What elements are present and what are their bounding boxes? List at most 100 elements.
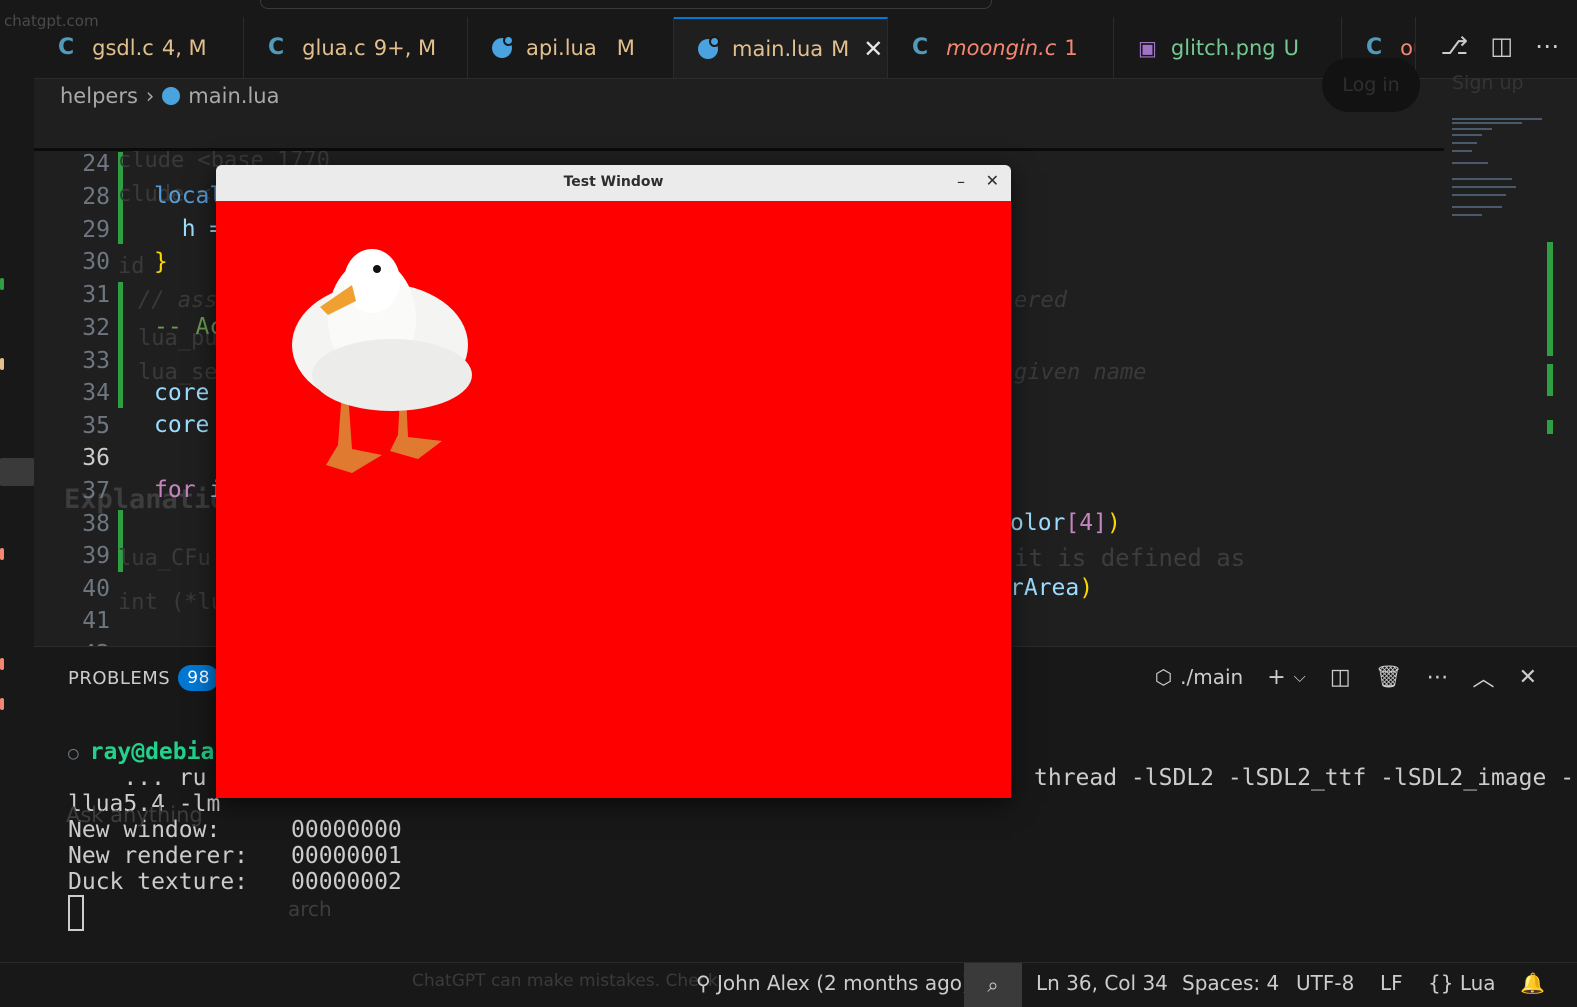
minimap-line (1452, 186, 1516, 188)
minimap-line (1452, 134, 1482, 136)
cursor-position[interactable]: Ln 36, Col 34 (1036, 971, 1168, 995)
trash-icon[interactable]: 🗑 (1375, 665, 1403, 690)
tab-label: ou (1400, 35, 1415, 60)
terminal-selector[interactable]: ⬡ ./main (1155, 665, 1244, 689)
zoom-item[interactable]: ⌕ (964, 963, 1022, 1007)
braces-icon: {} (1428, 971, 1454, 995)
tab-moongin-c[interactable]: C moongin.c 1 (888, 17, 1114, 78)
minimap-line (1452, 206, 1502, 208)
chevron-right-icon: › (145, 84, 155, 108)
tab-label: api.lua (526, 35, 597, 60)
c-file-icon: C (1366, 35, 1383, 60)
language-mode[interactable]: {} Lua (1428, 971, 1496, 995)
tab-badge: 4, M (161, 35, 207, 60)
minimap-line (1452, 118, 1542, 120)
add-terminal-icon[interactable]: + (1267, 665, 1285, 690)
lua-file-icon (698, 35, 720, 59)
git-marker (0, 358, 4, 370)
minimap-line (1452, 128, 1492, 130)
tab-problems[interactable]: PROBLEMS 98 (68, 665, 219, 691)
lua-file-icon (162, 87, 181, 105)
git-blame-label: John Alex (2 months ago) (717, 971, 970, 995)
close-button[interactable]: ✕ (986, 171, 999, 190)
close-icon[interactable]: ✕ (863, 35, 883, 63)
indentation[interactable]: Spaces: 4 (1182, 971, 1279, 995)
activity-bar (0, 78, 34, 968)
scrollbar-git-marker (1547, 242, 1553, 356)
git-marker (0, 698, 4, 710)
terminal-cursor (68, 895, 84, 931)
terminal-name: ./main (1180, 665, 1244, 689)
bell-icon[interactable]: 🔔 (1520, 971, 1545, 995)
terminal-value: 00000001 (291, 843, 402, 869)
tab-glitch-png[interactable]: ▣ glitch.png U (1114, 17, 1342, 78)
line-number: 42 (34, 638, 110, 646)
problems-count-badge: 98 (178, 665, 219, 691)
more-actions-icon[interactable]: ⋯ (1535, 32, 1559, 60)
tab-badge: M (616, 35, 635, 60)
tab-main-lua[interactable]: main.lua M ✕ (674, 17, 888, 78)
git-marker (0, 278, 4, 290)
c-file-icon: C (268, 35, 285, 60)
c-file-icon: C (58, 35, 75, 60)
ghost-footer: ChatGPT can make mistakes. Check (412, 971, 718, 991)
lua-file-icon (492, 34, 514, 58)
maximize-panel-icon[interactable]: ︿ (1473, 661, 1495, 693)
language-label: Lua (1459, 971, 1496, 995)
c-file-icon: C (912, 35, 929, 60)
terminal-value: 00000002 (291, 869, 402, 895)
minimap-line (1452, 178, 1512, 180)
minimap-line (1452, 194, 1506, 196)
ghost-search-hint: arch (288, 897, 332, 921)
minimap[interactable] (1444, 116, 1544, 226)
window-titlebar[interactable]: Test Window – ✕ (216, 165, 1011, 201)
breadcrumb: helpers › main.lua (60, 84, 279, 108)
tab-label: moongin.c (946, 35, 1057, 60)
tab-badge: M (831, 36, 850, 61)
prompt-indicator-icon: ○ (68, 743, 90, 764)
split-editor-icon[interactable]: ◫ (1490, 32, 1513, 60)
terminal-value: 00000000 (291, 817, 402, 843)
terminal-profile-icon: ⬡ (1154, 665, 1173, 689)
ghost-chat-input: Ask anything (66, 803, 203, 827)
editor-actions: ⎇ ◫ ⋯ (1441, 32, 1559, 60)
encoding[interactable]: UTF-8 (1296, 971, 1354, 995)
tab-badge: 9+, M (373, 35, 437, 60)
tab-glua-c[interactable]: C glua.c 9+, M (244, 17, 468, 78)
browser-ghost-address-bar (260, 0, 992, 9)
source-control-compare-icon[interactable]: ⎇ (1441, 32, 1469, 60)
breadcrumb-folder[interactable]: helpers (60, 84, 138, 108)
zoom-icon: ⌕ (987, 973, 999, 997)
ghost-signup-button: Sign up (1452, 72, 1524, 94)
scrollbar-git-marker (1547, 420, 1553, 434)
minimap-line (1452, 162, 1488, 164)
duck-sprite (292, 249, 472, 473)
tab-label: glitch.png (1170, 35, 1276, 60)
sticky-scroll-divider (34, 148, 1444, 151)
ghost-login-button: Log in (1322, 58, 1420, 112)
activity-active-item[interactable] (0, 458, 34, 486)
tab-label: main.lua (732, 36, 824, 61)
breadcrumb-file[interactable]: main.lua (188, 84, 279, 108)
test-window[interactable]: Test Window – ✕ (216, 165, 1011, 798)
minimap-line (1452, 214, 1482, 216)
git-marker (0, 658, 4, 670)
minimap-line (1452, 142, 1477, 144)
panel-tab-label: PROBLEMS (68, 667, 171, 689)
chevron-down-icon[interactable]: ⌵ (1294, 667, 1306, 687)
minimize-button[interactable]: – (957, 172, 965, 191)
git-marker (0, 548, 4, 560)
tab-gsdl-c[interactable]: C gsdl.c 4, M (34, 17, 244, 78)
line-ending[interactable]: LF (1380, 971, 1403, 995)
scrollbar-git-marker (1547, 364, 1553, 396)
terminal-line: thread -lSDL2 -lSDL2_ttf -lSDL2_image - (1034, 765, 1575, 791)
git-blame-item[interactable]: ⚲ John Alex (2 months ago) (696, 971, 970, 995)
render-canvas (216, 201, 1011, 798)
close-panel-icon[interactable]: ✕ (1519, 665, 1537, 690)
image-file-icon: ▣ (1138, 35, 1157, 60)
split-terminal-icon[interactable]: ◫ (1330, 665, 1351, 690)
code-line: 24 local textureBox = { (34, 116, 1444, 209)
more-actions-icon[interactable]: ⋯ (1427, 665, 1449, 690)
tab-api-lua[interactable]: api.lua M (468, 17, 674, 78)
window-title: Test Window (563, 174, 664, 190)
